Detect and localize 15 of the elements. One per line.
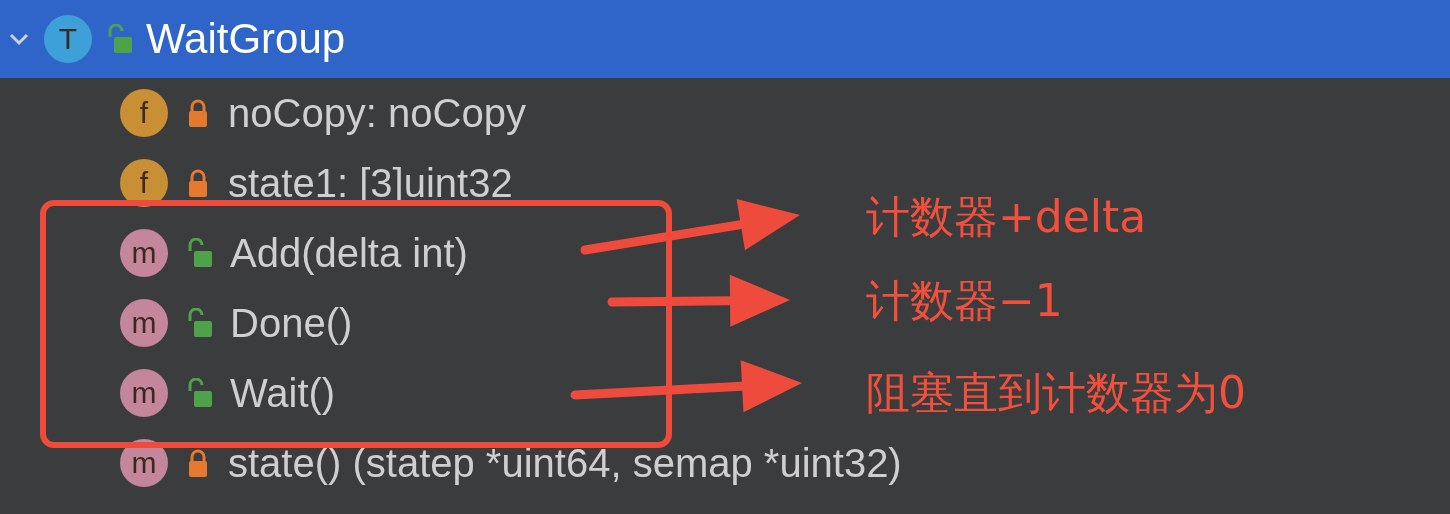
annotation-label: 计数器+delta xyxy=(866,190,1147,244)
tree-item[interactable]: noCopy: noCopy xyxy=(228,90,526,136)
field-badge: f xyxy=(120,89,168,137)
tree-item[interactable]: Add(delta int) xyxy=(230,230,468,276)
method-badge: m xyxy=(120,299,168,347)
tree-item[interactable]: state() (statep *uint64, semap *uint32) xyxy=(228,440,902,486)
tree-item[interactable]: Wait() xyxy=(230,370,336,416)
annotation-label: 阻塞直到计数器为0 xyxy=(866,366,1246,420)
tree-item[interactable]: state1: [3]uint32 xyxy=(228,160,513,206)
type-badge: T xyxy=(44,15,92,63)
tree-item[interactable]: Done() xyxy=(230,300,353,346)
tree-item[interactable]: WaitGroup xyxy=(146,15,346,63)
method-badge: m xyxy=(120,229,168,277)
method-badge: m xyxy=(120,369,168,417)
annotation-label: 计数器−1 xyxy=(866,274,1063,328)
